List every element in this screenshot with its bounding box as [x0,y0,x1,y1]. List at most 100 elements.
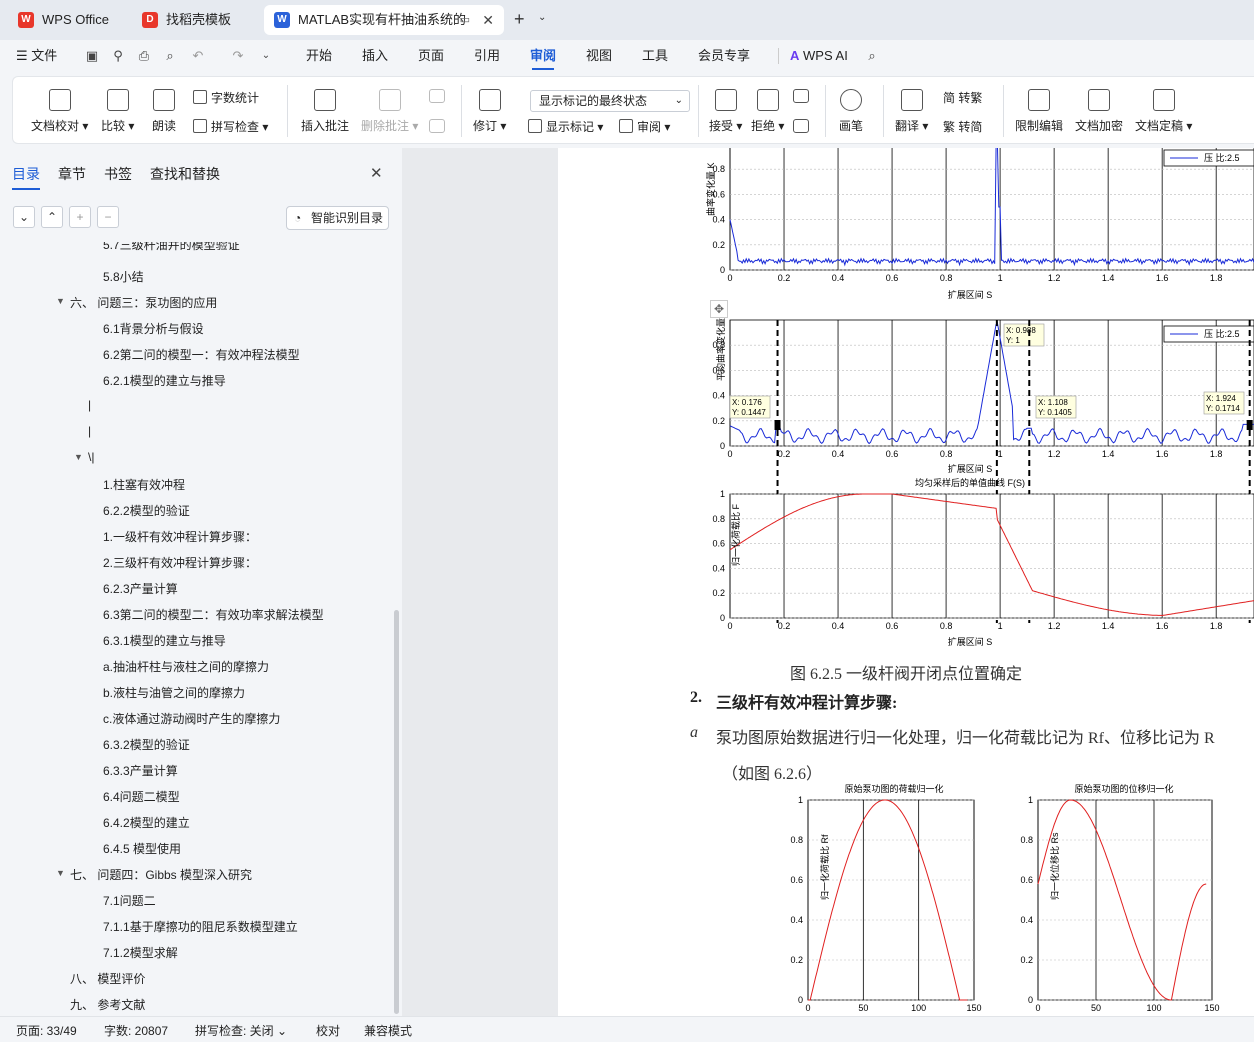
pen-button[interactable]: 画笔 [839,89,863,134]
prev-change-button[interactable] [793,89,809,109]
undo-icon[interactable]: ↶ [190,48,206,64]
next-change-button[interactable] [793,119,809,139]
menu-start[interactable]: 开始 [306,40,332,72]
toc-item[interactable]: | [88,398,91,412]
toc-item[interactable]: 7.1.1基于摩擦功的阻尼系数模型建立 [103,918,298,935]
toc-item[interactable]: 6.3.2模型的验证 [103,736,190,753]
add-level-button[interactable]: + [69,206,91,228]
wps-ai-button[interactable]: A WPS AI [790,40,848,72]
menu-page[interactable]: 页面 [418,40,444,72]
chevron-down-icon[interactable]: ⌄ [538,12,546,23]
monitor-icon[interactable]: ▭ [460,5,470,35]
restrict-edit-button[interactable]: 限制编辑 [1015,89,1063,134]
toc-item[interactable]: | [88,424,91,438]
toc-item[interactable]: 5.7三级杆油井的模型验证 [103,242,240,253]
toc-item[interactable]: 6.4.2模型的建立 [103,814,190,831]
toc-item[interactable]: 7.1问题二 [103,892,156,909]
tab-document[interactable]: W MATLAB实现有杆抽油系统的 ▭ ✕ [264,5,504,35]
toc-scrollbar[interactable] [394,610,399,1014]
word-count-button[interactable]: 字数统计 [193,89,259,106]
toc-item[interactable]: 6.2.2模型的验证 [103,502,190,519]
expand-triangle-icon[interactable]: ▼ [56,868,65,878]
show-markup-button[interactable]: 显示标记 ▾ [528,118,603,135]
toc-item[interactable]: 6.3.3产量计算 [103,762,178,779]
menu-review[interactable]: 审阅 [530,40,556,72]
menu-reference[interactable]: 引用 [474,40,500,72]
toc-item[interactable]: c.液体通过游动阀时产生的摩擦力 [103,710,280,727]
file-menu[interactable]: ☰ 文件 [16,40,57,72]
to-traditional-button[interactable]: 简 转繁 [943,89,982,106]
expand-triangle-icon[interactable]: ▼ [74,452,83,462]
tab-find-replace[interactable]: 查找和替换 [150,164,220,184]
spell-check-button[interactable]: 拼写检查 ▾ [193,118,268,135]
track-changes-button[interactable]: 修订 ▾ [473,89,506,134]
toc-item[interactable]: 2.三级杆有效冲程计算步骤： [103,554,257,571]
proofread-indicator[interactable]: 校对 [316,1022,340,1039]
plot1-ylabel: 曲率变化量 K [705,162,716,216]
toc-item[interactable]: 1.一级杆有效冲程计算步骤： [103,528,257,545]
tab-docer[interactable]: D 找稻壳模板 [132,5,258,35]
close-pane-icon[interactable]: ✕ [370,164,383,182]
menu-tools[interactable]: 工具 [642,40,668,72]
expand-up-button[interactable]: ⌃ [41,206,63,228]
reject-button[interactable]: 拒绝 ▾ [751,89,784,134]
toc-item[interactable]: 6.4.5 模型使用 [103,840,181,857]
page-indicator[interactable]: 页面: 33/49 [16,1022,77,1039]
toc-item[interactable]: 6.2第二问的模型一：有效冲程法模型 [103,346,300,363]
to-simplified-button[interactable]: 繁 转简 [943,118,982,135]
review-pane-button[interactable]: 审阅 ▾ [619,118,670,135]
close-icon[interactable]: ✕ [482,5,494,35]
toc-item[interactable]: b.液柱与油管之间的摩擦力 [103,684,245,701]
spell-check-indicator[interactable]: 拼写检查: 关闭 ⌄ [195,1022,287,1039]
compare-button[interactable]: 比较 ▾ [101,89,134,134]
more-chevron-icon[interactable]: ⌄ [258,48,274,64]
print-preview-icon[interactable]: ⌕ [162,48,178,64]
tab-bookmarks[interactable]: 书签 [104,164,132,184]
doc-check-button[interactable]: 文档校对 ▾ [31,89,88,134]
next-comment-button[interactable] [429,119,445,139]
search-icon[interactable]: ⌕ [864,48,880,64]
smart-toc-button[interactable]: ◔ 智能识别目录 [286,206,389,230]
print-icon[interactable]: ⎙ [136,48,152,64]
prev-comment-button[interactable] [429,89,445,109]
menu-member[interactable]: 会员专享 [698,40,750,72]
toc-item[interactable]: 九、 参考文献 [70,996,145,1013]
menu-view[interactable]: 视图 [586,40,612,72]
translate-button[interactable]: 翻译 ▾ [895,89,928,134]
toc-item[interactable]: 6.2.1模型的建立与推导 [103,372,226,389]
toc-item[interactable]: 七、 问题四：Gibbs 模型深入研究 [70,866,252,883]
menu-insert[interactable]: 插入 [362,40,388,72]
read-aloud-button[interactable]: 朗读 [152,89,176,134]
delete-comment-button[interactable]: 删除批注 ▾ [361,89,418,134]
expand-triangle-icon[interactable]: ▼ [56,296,65,306]
toc-item[interactable]: 6.2.3产量计算 [103,580,178,597]
toc-item[interactable]: 6.3第二问的模型二：有效功率求解法模型 [103,606,324,623]
toc-item[interactable]: \| [88,450,94,464]
redo-icon[interactable]: ↷ [230,48,246,64]
toc-item[interactable]: 6.3.1模型的建立与推导 [103,632,226,649]
tab-sections[interactable]: 章节 [58,164,86,184]
toc-item[interactable]: 八、 模型评价 [70,970,145,987]
spell-status-label: 拼写检查: 关闭 [195,1024,274,1038]
toc-item[interactable]: 1.柱塞有效冲程 [103,476,185,493]
tab-wps-office[interactable]: W WPS Office [8,5,124,35]
save-icon[interactable]: ▣ [84,48,100,64]
encrypt-button[interactable]: 文档加密 [1075,89,1123,134]
collapse-all-button[interactable]: ⌄ [13,206,35,228]
word-count-indicator[interactable]: 字数: 20807 [104,1022,168,1039]
remove-level-button[interactable]: − [97,206,119,228]
new-tab-icon[interactable]: + [514,9,525,30]
move-handle-icon[interactable]: ✥ [710,300,728,318]
toc-item[interactable]: 7.1.2模型求解 [103,944,178,961]
toc-item[interactable]: 5.8小结 [103,268,144,285]
toc-item[interactable]: 6.4问题二模型 [103,788,180,805]
toc-item[interactable]: a.抽油杆柱与液柱之间的摩擦力 [103,658,269,675]
insert-comment-button[interactable]: 插入批注 [301,89,349,134]
tab-toc[interactable]: 目录 [12,164,40,190]
finalize-button[interactable]: 文档定稿 ▾ [1135,89,1192,134]
toc-item[interactable]: 6.1背景分析与假设 [103,320,204,337]
accept-button[interactable]: 接受 ▾ [709,89,742,134]
markup-state-select[interactable]: 显示标记的最终状态 ⌄ [530,90,690,112]
toc-item[interactable]: 六、 问题三：泵功图的应用 [70,294,217,311]
share-icon[interactable]: ⚲ [110,48,126,64]
